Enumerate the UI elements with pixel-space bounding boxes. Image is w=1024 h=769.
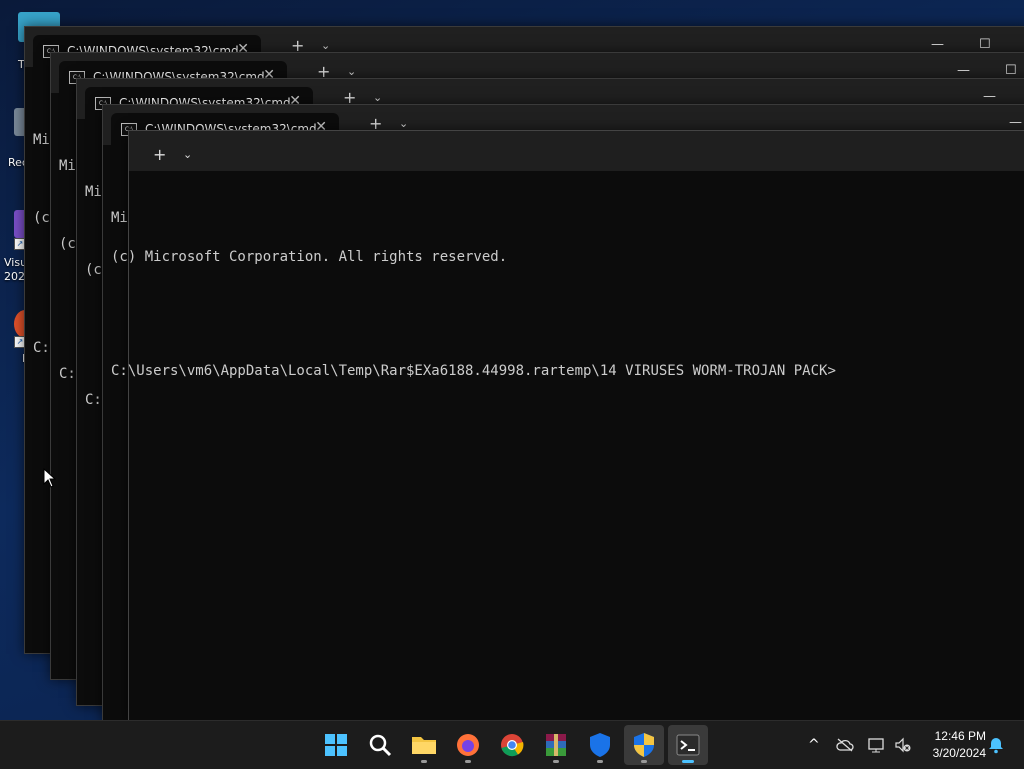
windows-logo-icon [325, 734, 347, 756]
minimize-button[interactable]: — [983, 89, 996, 104]
uac-shield-icon [634, 733, 654, 757]
onedrive-offline-icon[interactable] [836, 738, 854, 752]
mouse-cursor-icon [43, 468, 57, 488]
terminal-icon [676, 734, 700, 756]
terminal-window[interactable]: + ⌄ Mi (c) Microsoft Corporation. All ri… [111, 130, 1024, 722]
winrar-button[interactable] [536, 725, 576, 765]
show-hidden-icons-button[interactable]: ^ [808, 737, 820, 753]
shield-icon [590, 733, 610, 757]
running-indicator [597, 760, 603, 763]
start-button[interactable] [316, 725, 356, 765]
taskbar: ^ 12:46 PM 3/20/2024 [0, 720, 1024, 769]
maximize-button[interactable]: ☐ [979, 37, 991, 52]
chevron-down-icon[interactable]: ⌄ [399, 117, 408, 130]
network-icon[interactable] [868, 737, 886, 753]
running-indicator [465, 760, 471, 763]
terminal-output[interactable]: Mi (c) Microsoft Corporation. All rights… [111, 153, 1024, 419]
firefox-icon [457, 734, 479, 756]
windows-security-button[interactable] [580, 725, 620, 765]
chevron-down-icon[interactable]: ⌄ [321, 39, 330, 52]
volume-muted-icon[interactable] [894, 737, 912, 753]
clock-time: 12:46 PM [934, 729, 986, 743]
system-clock[interactable]: 12:46 PM 3/20/2024 [916, 728, 986, 762]
active-indicator [682, 760, 694, 763]
terminal-button[interactable] [668, 725, 708, 765]
clock-date: 3/20/2024 [932, 746, 986, 760]
running-indicator [641, 760, 647, 763]
console-line: (c) Microsoft Corporation. All rights re… [111, 249, 508, 265]
admin-shield-button[interactable] [624, 725, 664, 765]
notification-bell-icon[interactable] [988, 736, 1004, 754]
maximize-button[interactable]: ☐ [1005, 63, 1017, 78]
minimize-button[interactable]: — [931, 37, 944, 52]
chrome-icon [501, 734, 524, 757]
chrome-button[interactable] [492, 725, 532, 765]
chevron-down-icon[interactable]: ⌄ [347, 65, 356, 78]
minimize-button[interactable]: — [1009, 115, 1022, 130]
folder-icon [412, 737, 436, 754]
minimize-button[interactable]: — [957, 63, 970, 78]
running-indicator [421, 760, 427, 763]
command-prompt[interactable]: C:\Users\vm6\AppData\Local\Temp\Rar$EXa6… [111, 362, 1024, 381]
running-indicator [553, 760, 559, 763]
chevron-down-icon[interactable]: ⌄ [373, 91, 382, 104]
winrar-icon [546, 734, 566, 756]
search-button[interactable] [360, 725, 400, 765]
firefox-button[interactable] [448, 725, 488, 765]
search-icon [369, 734, 392, 757]
file-explorer-button[interactable] [404, 725, 444, 765]
